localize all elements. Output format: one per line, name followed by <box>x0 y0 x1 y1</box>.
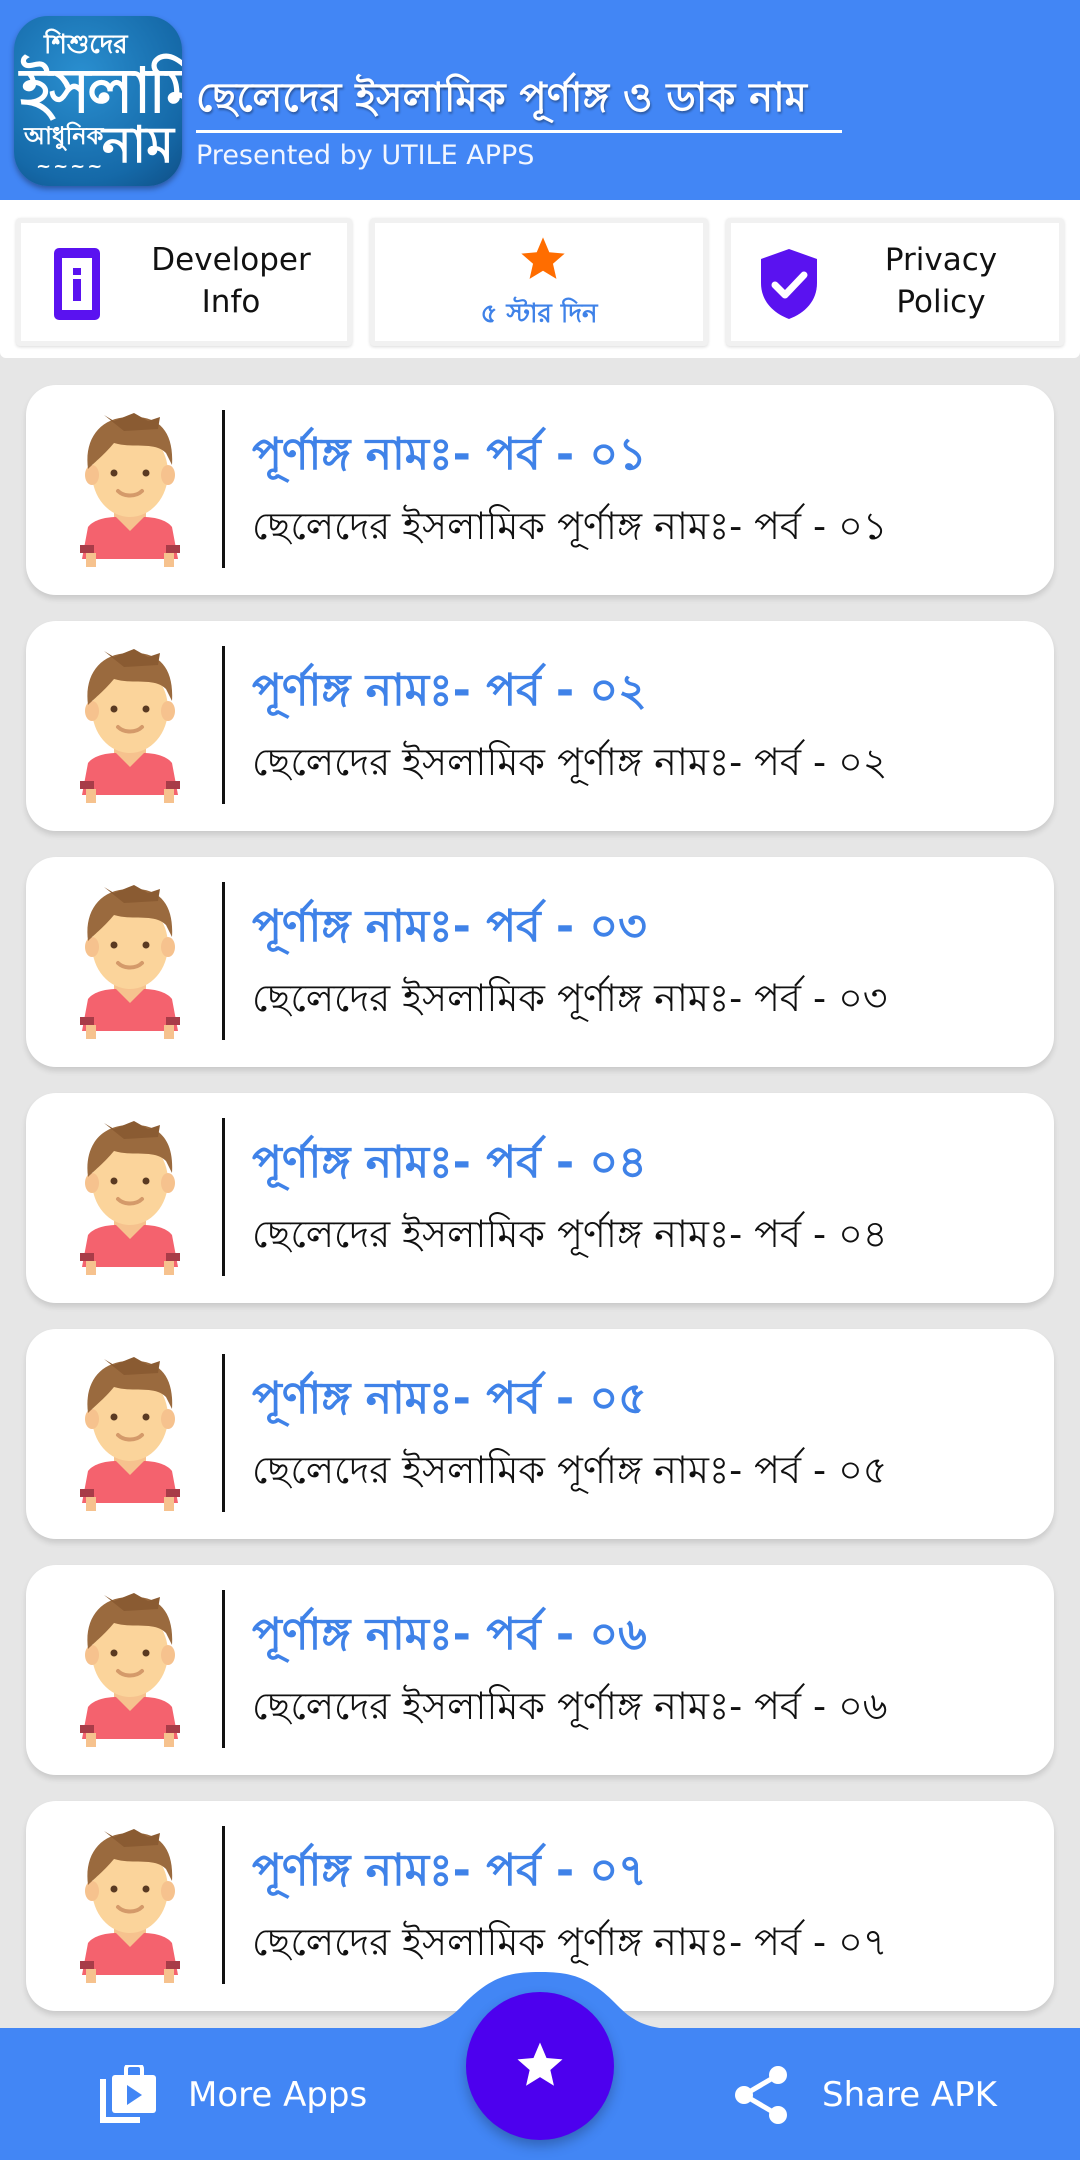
item-title: পূর্ণাঙ্গ নামঃ- পর্ব - ০১ <box>252 429 647 480</box>
item-title: পূর্ণাঙ্গ নামঃ- পর্ব - ০২ <box>252 665 647 716</box>
vertical-divider <box>222 646 225 804</box>
star-icon <box>517 2042 563 2086</box>
item-title: পূর্ণাঙ্গ নামঃ- পর্ব - ০৬ <box>252 1609 647 1660</box>
vertical-divider <box>222 1590 225 1748</box>
boy-avatar-icon <box>80 413 180 567</box>
app-header: শিশুদের ইসলামি আধুনিক নাম ~~~~ ছেলেদের ই… <box>0 0 1080 200</box>
app-title: ছেলেদের ইসলামিক পূর্ণাঙ্গ ও ডাক নাম <box>196 75 807 121</box>
title-underline <box>196 130 842 133</box>
boy-avatar-icon <box>80 649 180 803</box>
boy-avatar-icon <box>80 1357 180 1511</box>
list-item[interactable]: পূর্ণাঙ্গ নামঃ- পর্ব - ০৫ ছেলেদের ইসলামি… <box>26 1329 1054 1539</box>
app-logo: শিশুদের ইসলামি আধুনিক নাম ~~~~ <box>14 16 182 186</box>
info-phone-icon <box>54 248 100 320</box>
developer-info-label: Developer Info <box>151 242 311 320</box>
app-subtitle: Presented by UTILE APPS <box>196 140 535 171</box>
vertical-divider <box>222 882 225 1040</box>
boy-avatar-icon <box>80 1593 180 1747</box>
shield-check-icon <box>761 249 817 319</box>
more-apps-label: More Apps <box>188 2075 368 2115</box>
item-title: পূর্ণাঙ্গ নামঃ- পর্ব - ০৭ <box>252 1845 647 1896</box>
share-apk-button[interactable]: Share APK <box>730 2060 997 2130</box>
boy-avatar-icon <box>80 885 180 1039</box>
item-subtitle: ছেলেদের ইসলামিক পূর্ণাঙ্গ নামঃ- পর্ব - ০… <box>252 740 888 784</box>
shopping-bag-play-icon <box>100 2065 156 2123</box>
developer-info-button[interactable]: Developer Info <box>16 218 352 346</box>
item-subtitle: ছেলেদের ইসলামিক পূর্ণাঙ্গ নামঃ- পর্ব - ০… <box>252 1212 888 1256</box>
more-apps-button[interactable]: More Apps <box>96 2060 367 2130</box>
item-subtitle: ছেলেদের ইসলামিক পূর্ণাঙ্গ নামঃ- পর্ব - ০… <box>252 1448 888 1492</box>
item-subtitle: ছেলেদের ইসলামিক পূর্ণাঙ্গ নামঃ- পর্ব - ০… <box>252 1684 888 1728</box>
item-title: পূর্ণাঙ্গ নামঃ- পর্ব - ০৪ <box>252 1137 647 1188</box>
boy-avatar-icon <box>80 1829 180 1983</box>
rate-five-stars-button[interactable]: ৫ স্টার দিন <box>370 218 708 346</box>
item-subtitle: ছেলেদের ইসলামিক পূর্ণাঙ্গ নামঃ- পর্ব - ০… <box>252 1920 888 1964</box>
item-subtitle: ছেলেদের ইসলামিক পূর্ণাঙ্গ নামঃ- পর্ব - ০… <box>252 976 888 1020</box>
logo-text-line5: ~~~~ <box>36 156 105 177</box>
action-toolbar: Developer Info ৫ স্টার দিন Privacy Polic… <box>0 200 1080 358</box>
share-apk-label: Share APK <box>822 2075 997 2115</box>
list-item[interactable]: পূর্ণাঙ্গ নামঃ- পর্ব - ০৩ ছেলেদের ইসলামি… <box>26 857 1054 1067</box>
item-subtitle: ছেলেদের ইসলামিক পূর্ণাঙ্গ নামঃ- পর্ব - ০… <box>252 504 888 548</box>
vertical-divider <box>222 1354 225 1512</box>
list-item[interactable]: পূর্ণাঙ্গ নামঃ- পর্ব - ০২ ছেলেদের ইসলামি… <box>26 621 1054 831</box>
vertical-divider <box>222 1826 225 1984</box>
vertical-divider <box>222 410 225 568</box>
list-item[interactable]: পূর্ণাঙ্গ নামঃ- পর্ব - ০১ ছেলেদের ইসলামি… <box>26 385 1054 595</box>
item-title: পূর্ণাঙ্গ নামঃ- পর্ব - ০৫ <box>252 1373 647 1424</box>
rate-fab-button[interactable] <box>466 1992 614 2140</box>
privacy-policy-label: Privacy Policy <box>884 242 998 320</box>
list-item[interactable]: পূর্ণাঙ্গ নামঃ- পর্ব - ০৪ ছেলেদের ইসলামি… <box>26 1093 1054 1303</box>
vertical-divider <box>222 1118 225 1276</box>
item-title: পূর্ণাঙ্গ নামঃ- পর্ব - ০৩ <box>252 901 647 952</box>
privacy-policy-button[interactable]: Privacy Policy <box>726 218 1064 346</box>
logo-text-line4: নাম <box>101 115 174 174</box>
logo-text-line3: আধুনিক <box>24 121 104 150</box>
list-item[interactable]: পূর্ণাঙ্গ নামঃ- পর্ব - ০৬ ছেলেদের ইসলামি… <box>26 1565 1054 1775</box>
share-icon <box>735 2066 787 2124</box>
rate-label: ৫ স্টার দিন <box>480 299 598 329</box>
boy-avatar-icon <box>80 1121 180 1275</box>
star-icon <box>521 237 565 279</box>
